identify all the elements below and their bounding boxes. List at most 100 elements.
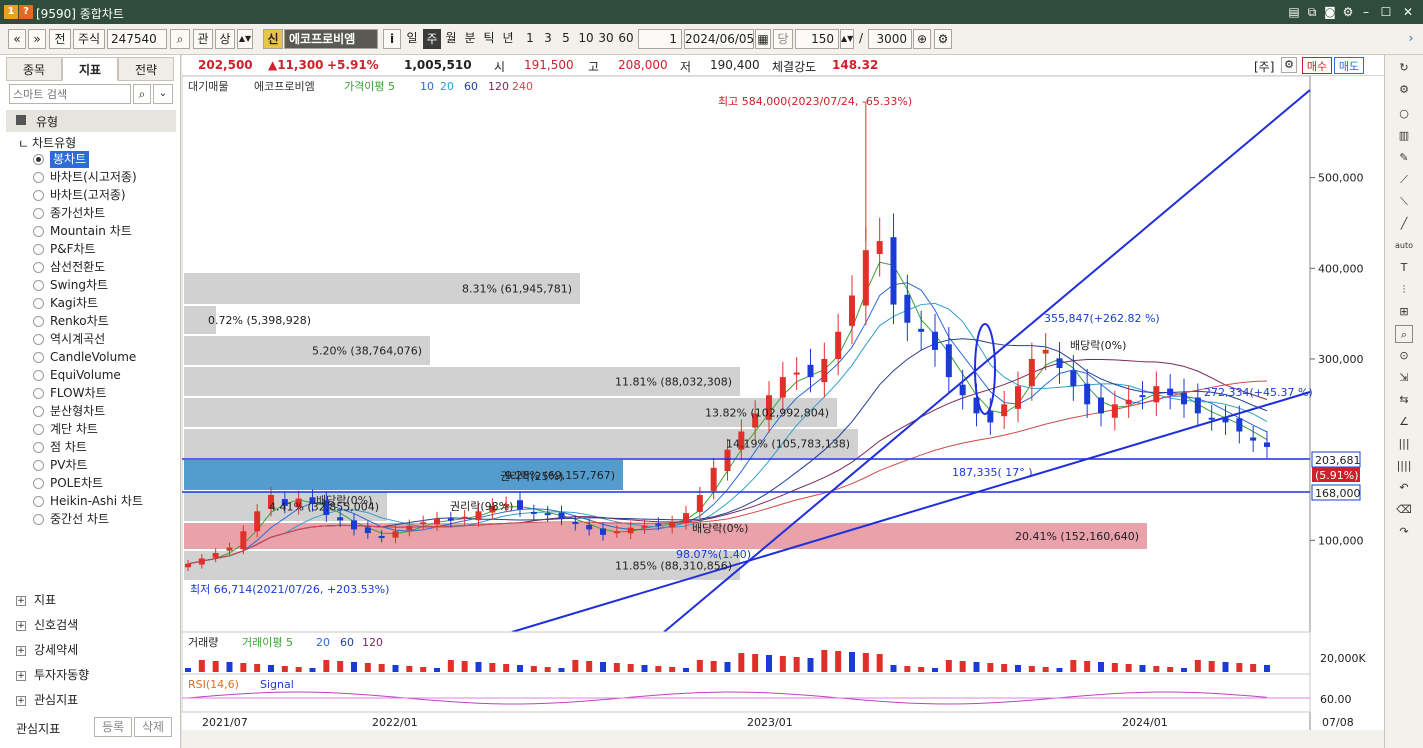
chart-type-item[interactable]: FLOW차트 — [50, 385, 107, 402]
interval-30-button[interactable]: 30 — [596, 29, 616, 49]
delete-favorite-button[interactable]: 삭제 — [134, 717, 172, 737]
gear-icon[interactable]: ⚙ — [934, 29, 952, 49]
tab-indicator[interactable]: 지표 — [62, 57, 118, 81]
search-icon[interactable]: ⌕ — [170, 29, 190, 49]
zoom-tool-icon[interactable]: ⌕ — [1395, 325, 1413, 343]
chart-type-item[interactable]: 바차트(시고저종) — [50, 169, 137, 186]
cross-tool-icon[interactable]: ⟍ — [1395, 193, 1413, 211]
fib-tool-icon[interactable]: ⫶ — [1395, 281, 1413, 299]
spinner-icon[interactable]: ▲▼ — [237, 29, 253, 49]
gear-icon[interactable]: ⚙ — [1395, 81, 1413, 99]
help-icon[interactable]: ? — [19, 5, 33, 19]
chart-type-radio[interactable] — [33, 262, 44, 273]
chart-type-radio[interactable] — [33, 442, 44, 453]
chart-type-radio[interactable] — [33, 514, 44, 525]
chart-type-item[interactable]: 계단 차트 — [50, 421, 98, 438]
dock-icon[interactable]: ▤ — [1286, 4, 1302, 20]
chart-type-item[interactable]: 바차트(고저종) — [50, 187, 126, 204]
stock-chart[interactable]: 대기매물 에코프로비엠 가격이평 5 10 20 60 120 2408.31% (61,94… — [182, 76, 1384, 748]
chart-type-radio[interactable] — [33, 208, 44, 219]
add-favorite-button[interactable]: 등록 — [94, 717, 132, 737]
chart-type-item[interactable]: Heikin-Ashi 차트 — [50, 493, 143, 510]
scale-tool-icon[interactable]: ⇆ — [1395, 391, 1413, 409]
chart-tool-icon[interactable]: ▥ — [1395, 127, 1413, 145]
jeon-button[interactable]: 전 — [49, 29, 71, 49]
chart-type-item[interactable]: EquiVolume — [50, 367, 121, 384]
chart-type-radio[interactable] — [33, 352, 44, 363]
sang-button[interactable]: 상 — [215, 29, 235, 49]
interval-5-button[interactable]: 5 — [558, 29, 574, 49]
tab-strategy[interactable]: 전략 — [118, 57, 174, 81]
interval-1-button[interactable]: 1 — [522, 29, 538, 49]
camera-icon[interactable]: ◙ — [1322, 4, 1338, 20]
close-icon[interactable]: ✕ — [1400, 4, 1416, 20]
tab-stock[interactable]: 종목 — [6, 57, 62, 81]
text-tool-icon[interactable]: T — [1395, 259, 1413, 277]
dang-button[interactable]: 당 — [773, 29, 793, 49]
expand-icon[interactable]: › — [1405, 29, 1417, 49]
period-week-tab[interactable]: 주 — [423, 29, 441, 49]
count-input[interactable]: 1 — [638, 29, 682, 49]
date-input[interactable]: 2024/06/05 — [684, 29, 754, 49]
chart-type-radio[interactable] — [33, 406, 44, 417]
calendar-icon[interactable]: ▦ — [755, 29, 771, 49]
redo-icon[interactable]: ↷ — [1395, 523, 1413, 541]
chart-type-radio[interactable] — [33, 388, 44, 399]
smart-search-input[interactable] — [9, 84, 131, 104]
prev-page-button[interactable]: « — [8, 29, 26, 49]
chart-type-radio[interactable] — [33, 496, 44, 507]
chart-type-radio[interactable] — [33, 460, 44, 471]
undo-icon[interactable]: ↶ — [1395, 479, 1413, 497]
indicator-section[interactable]: + 신호검색 — [16, 616, 78, 634]
chart-type-radio[interactable] — [33, 424, 44, 435]
buy-button[interactable]: 매수 — [1302, 57, 1332, 74]
grid-tool-icon[interactable]: ⊞ — [1395, 303, 1413, 321]
pen-tool-icon[interactable]: ✎ — [1395, 149, 1413, 167]
chart-type-radio[interactable] — [33, 478, 44, 489]
eraser-icon[interactable]: ⌫ — [1395, 501, 1413, 519]
gear-icon[interactable]: ⚙ — [1281, 57, 1297, 73]
indicator-section[interactable]: + 지표 — [16, 591, 56, 609]
chart-type-item[interactable]: 종가선차트 — [50, 205, 105, 222]
settings-icon[interactable]: ⚙ — [1340, 4, 1356, 20]
sell-button[interactable]: 매도 — [1334, 57, 1364, 74]
chart-type-radio[interactable] — [33, 334, 44, 345]
indicator-section[interactable]: + 관심지표 — [16, 691, 78, 709]
next-page-button[interactable]: » — [28, 29, 46, 49]
period-month-tab[interactable]: 월 — [442, 29, 460, 49]
interval-3-button[interactable]: 3 — [540, 29, 556, 49]
chart-type-radio[interactable] — [33, 226, 44, 237]
circle-tool-icon[interactable]: ○ — [1395, 105, 1413, 123]
interval-60-button[interactable]: 60 — [616, 29, 636, 49]
chart-type-item[interactable]: PV차트 — [50, 457, 88, 474]
chart-type-item[interactable]: CandleVolume — [50, 349, 136, 366]
zoom-in-icon[interactable]: ⊕ — [913, 29, 931, 49]
chart-type-item[interactable]: Renko차트 — [50, 313, 109, 330]
window-number-badge[interactable]: 1 — [4, 5, 18, 19]
chart-type-radio[interactable] — [33, 370, 44, 381]
refresh-icon[interactable]: ↻ — [1395, 59, 1413, 77]
chart-type-radio[interactable] — [33, 316, 44, 327]
chart-type-radio[interactable] — [33, 190, 44, 201]
chart-type-item[interactable]: 역시계곡선 — [50, 331, 105, 348]
minimize-icon[interactable]: – — [1358, 4, 1374, 20]
angle-tool-icon[interactable]: ∠ — [1395, 413, 1413, 431]
arrow-tool-icon[interactable]: ⇲ — [1395, 369, 1413, 387]
period-tick-tab[interactable]: 틱 — [480, 29, 498, 49]
chart-type-item[interactable]: 분산형차트 — [50, 403, 105, 420]
period-year-tab[interactable]: 년 — [499, 29, 517, 49]
bars-tool-icon[interactable]: ||| — [1395, 435, 1413, 453]
indicator-section[interactable]: + 강세약세 — [16, 641, 78, 659]
diagonal-tool-icon[interactable]: ╱ — [1395, 215, 1413, 233]
link-icon[interactable]: ⧉ — [1304, 4, 1320, 20]
stock-code-input[interactable]: 247540 — [107, 29, 167, 49]
info-button[interactable]: i — [383, 29, 401, 49]
total-count-input[interactable]: 3000 — [868, 29, 912, 49]
view-count-spinner[interactable]: ▲▼ — [840, 29, 854, 49]
type-header[interactable]: 유형 — [6, 110, 176, 132]
chart-type-item[interactable]: P&F차트 — [50, 241, 96, 258]
chart-type-item[interactable]: 점 차트 — [50, 439, 87, 456]
bars2-tool-icon[interactable]: |||| — [1395, 457, 1413, 475]
view-count-input[interactable]: 150 — [795, 29, 839, 49]
chart-type-item[interactable]: 중간선 차트 — [50, 511, 109, 528]
